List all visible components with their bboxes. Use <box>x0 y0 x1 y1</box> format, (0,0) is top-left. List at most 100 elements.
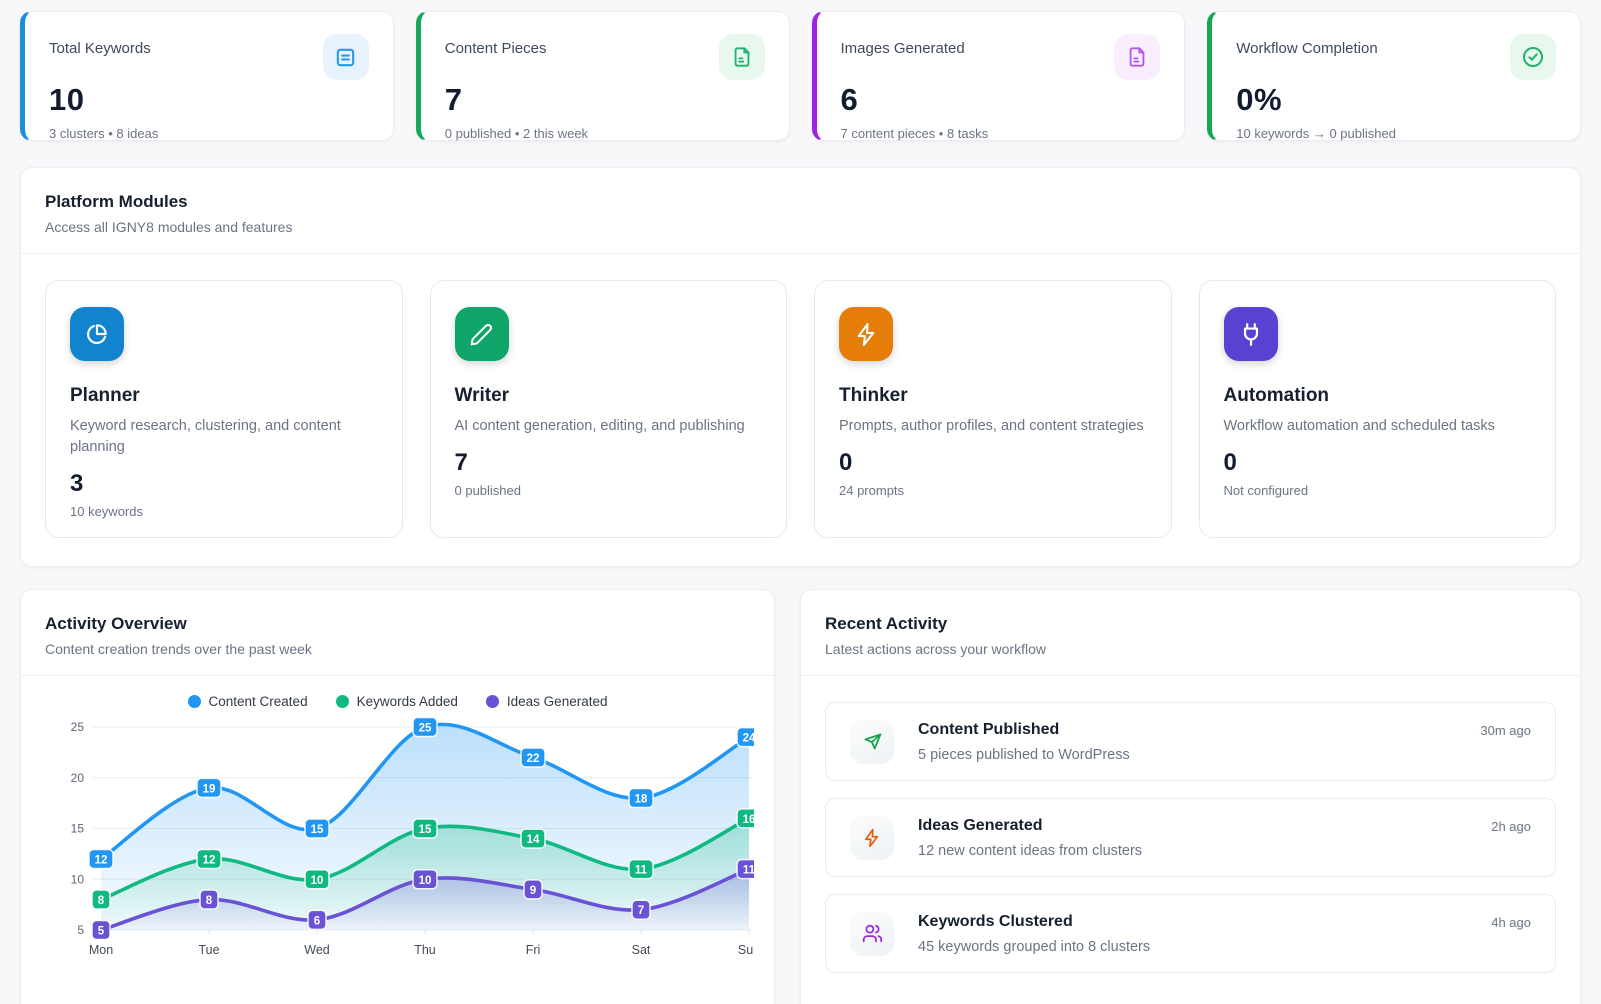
svg-text:15: 15 <box>71 822 85 836</box>
stat-subtitle: 0 published • 2 this week <box>445 126 765 141</box>
activity-item-content-published[interactable]: Content Published 5 pieces published to … <box>825 702 1556 781</box>
recent-activity-title: Recent Activity <box>825 614 1556 634</box>
legend-item-ideas-generated[interactable]: Ideas Generated <box>486 694 608 709</box>
legend-label: Keywords Added <box>357 694 458 709</box>
recent-activity-panel: Recent Activity Latest actions across yo… <box>800 589 1581 1004</box>
module-card-writer[interactable]: Writer AI content generation, editing, a… <box>430 280 788 538</box>
stat-value: 0% <box>1236 82 1556 118</box>
module-meta: 0 published <box>455 483 763 498</box>
stat-subtitle: 3 clusters • 8 ideas <box>49 126 369 141</box>
svg-text:5: 5 <box>77 923 84 937</box>
svg-text:18: 18 <box>635 794 648 806</box>
stat-value: 6 <box>841 82 1161 118</box>
svg-text:Mon: Mon <box>89 943 113 957</box>
module-description: Keyword research, clustering, and conten… <box>70 416 378 458</box>
modules-grid: Planner Keyword research, clustering, an… <box>21 254 1580 566</box>
activity-timestamp: 30m ago <box>1480 723 1531 738</box>
svg-text:7: 7 <box>638 905 644 917</box>
pie-chart-icon <box>70 307 124 361</box>
module-description: AI content generation, editing, and publ… <box>455 416 763 437</box>
platform-modules-subtitle: Access all IGNY8 modules and features <box>45 219 1556 235</box>
stat-value: 10 <box>49 82 369 118</box>
svg-text:8: 8 <box>206 895 213 907</box>
module-description: Prompts, author profiles, and content st… <box>839 416 1147 437</box>
svg-text:8: 8 <box>98 895 105 907</box>
legend-label: Content Created <box>209 694 308 709</box>
activity-chart-svg: 510152025MonTueWedThuFriSatSun1219152522… <box>41 713 754 981</box>
module-name: Automation <box>1224 385 1532 407</box>
activity-title: Content Published <box>918 721 1130 739</box>
stats-row: Total Keywords 10 3 clusters • 8 ideas C… <box>20 11 1581 141</box>
svg-text:10: 10 <box>311 875 324 887</box>
file-image-icon <box>1114 34 1160 80</box>
svg-text:6: 6 <box>314 915 320 927</box>
module-meta: 24 prompts <box>839 483 1147 498</box>
svg-text:Sun: Sun <box>738 943 754 957</box>
activity-overview-header: Activity Overview Content creation trend… <box>21 590 774 676</box>
svg-text:Thu: Thu <box>414 943 436 957</box>
bottom-row: Activity Overview Content creation trend… <box>20 589 1581 1004</box>
svg-text:Fri: Fri <box>526 943 541 957</box>
svg-text:10: 10 <box>71 872 85 886</box>
module-value: 3 <box>70 470 378 498</box>
recent-activity-header: Recent Activity Latest actions across yo… <box>801 590 1580 676</box>
activity-timestamp: 2h ago <box>1491 819 1531 834</box>
activity-overview-title: Activity Overview <box>45 614 750 634</box>
stat-card-images-generated: Images Generated 6 7 content pieces • 8 … <box>812 11 1186 141</box>
activity-description: 5 pieces published to WordPress <box>918 747 1130 763</box>
svg-text:5: 5 <box>98 926 105 938</box>
module-value: 7 <box>455 449 763 477</box>
activity-item-ideas-generated[interactable]: Ideas Generated 12 new content ideas fro… <box>825 798 1556 877</box>
lightning-icon <box>839 307 893 361</box>
legend-dot <box>486 695 499 708</box>
module-card-planner[interactable]: Planner Keyword research, clustering, an… <box>45 280 403 538</box>
activity-title: Keywords Clustered <box>918 913 1150 931</box>
module-meta: Not configured <box>1224 483 1532 498</box>
plug-icon <box>1224 307 1278 361</box>
platform-modules-panel: Platform Modules Access all IGNY8 module… <box>20 167 1581 567</box>
module-value: 0 <box>1224 449 1532 477</box>
stat-title: Images Generated <box>841 34 965 57</box>
users-icon <box>850 912 894 956</box>
svg-text:25: 25 <box>71 720 85 734</box>
svg-text:11: 11 <box>743 865 754 877</box>
svg-text:Wed: Wed <box>304 943 330 957</box>
platform-modules-title: Platform Modules <box>45 192 1556 212</box>
module-card-thinker[interactable]: Thinker Prompts, author profiles, and co… <box>814 280 1172 538</box>
stat-subtitle: 10 keywords → 0 published <box>1236 126 1556 141</box>
module-name: Writer <box>455 385 763 407</box>
chart-legend: Content Created Keywords Added Ideas Gen… <box>21 694 774 709</box>
svg-text:9: 9 <box>530 885 536 897</box>
svg-text:15: 15 <box>311 824 324 836</box>
svg-text:22: 22 <box>527 753 540 765</box>
legend-item-keywords-added[interactable]: Keywords Added <box>336 694 458 709</box>
svg-text:11: 11 <box>635 865 648 877</box>
stat-card-content-pieces: Content Pieces 7 0 published • 2 this we… <box>416 11 790 141</box>
module-name: Planner <box>70 385 378 407</box>
activity-timestamp: 4h ago <box>1491 915 1531 930</box>
legend-item-content-created[interactable]: Content Created <box>188 694 308 709</box>
stat-value: 7 <box>445 82 765 118</box>
module-description: Workflow automation and scheduled tasks <box>1224 416 1532 437</box>
stat-title: Total Keywords <box>49 34 151 57</box>
activity-description: 12 new content ideas from clusters <box>918 843 1142 859</box>
activity-item-keywords-clustered[interactable]: Keywords Clustered 45 keywords grouped i… <box>825 894 1556 973</box>
svg-text:24: 24 <box>743 733 754 745</box>
activity-title: Ideas Generated <box>918 817 1142 835</box>
recent-activity-subtitle: Latest actions across your workflow <box>825 641 1556 657</box>
stat-title: Content Pieces <box>445 34 547 57</box>
keywords-list-icon <box>323 34 369 80</box>
stat-card-total-keywords: Total Keywords 10 3 clusters • 8 ideas <box>20 11 394 141</box>
stat-card-workflow-completion: Workflow Completion 0% 10 keywords → 0 p… <box>1207 11 1581 141</box>
svg-text:Tue: Tue <box>198 943 219 957</box>
activity-description: 45 keywords grouped into 8 clusters <box>918 939 1150 955</box>
recent-activity-list: Content Published 5 pieces published to … <box>801 676 1580 999</box>
legend-label: Ideas Generated <box>507 694 608 709</box>
legend-dot <box>188 695 201 708</box>
module-card-automation[interactable]: Automation Workflow automation and sched… <box>1199 280 1557 538</box>
svg-text:16: 16 <box>743 814 754 826</box>
svg-text:14: 14 <box>527 834 540 846</box>
pencil-icon <box>455 307 509 361</box>
activity-overview-subtitle: Content creation trends over the past we… <box>45 641 750 657</box>
svg-text:Sat: Sat <box>632 943 651 957</box>
